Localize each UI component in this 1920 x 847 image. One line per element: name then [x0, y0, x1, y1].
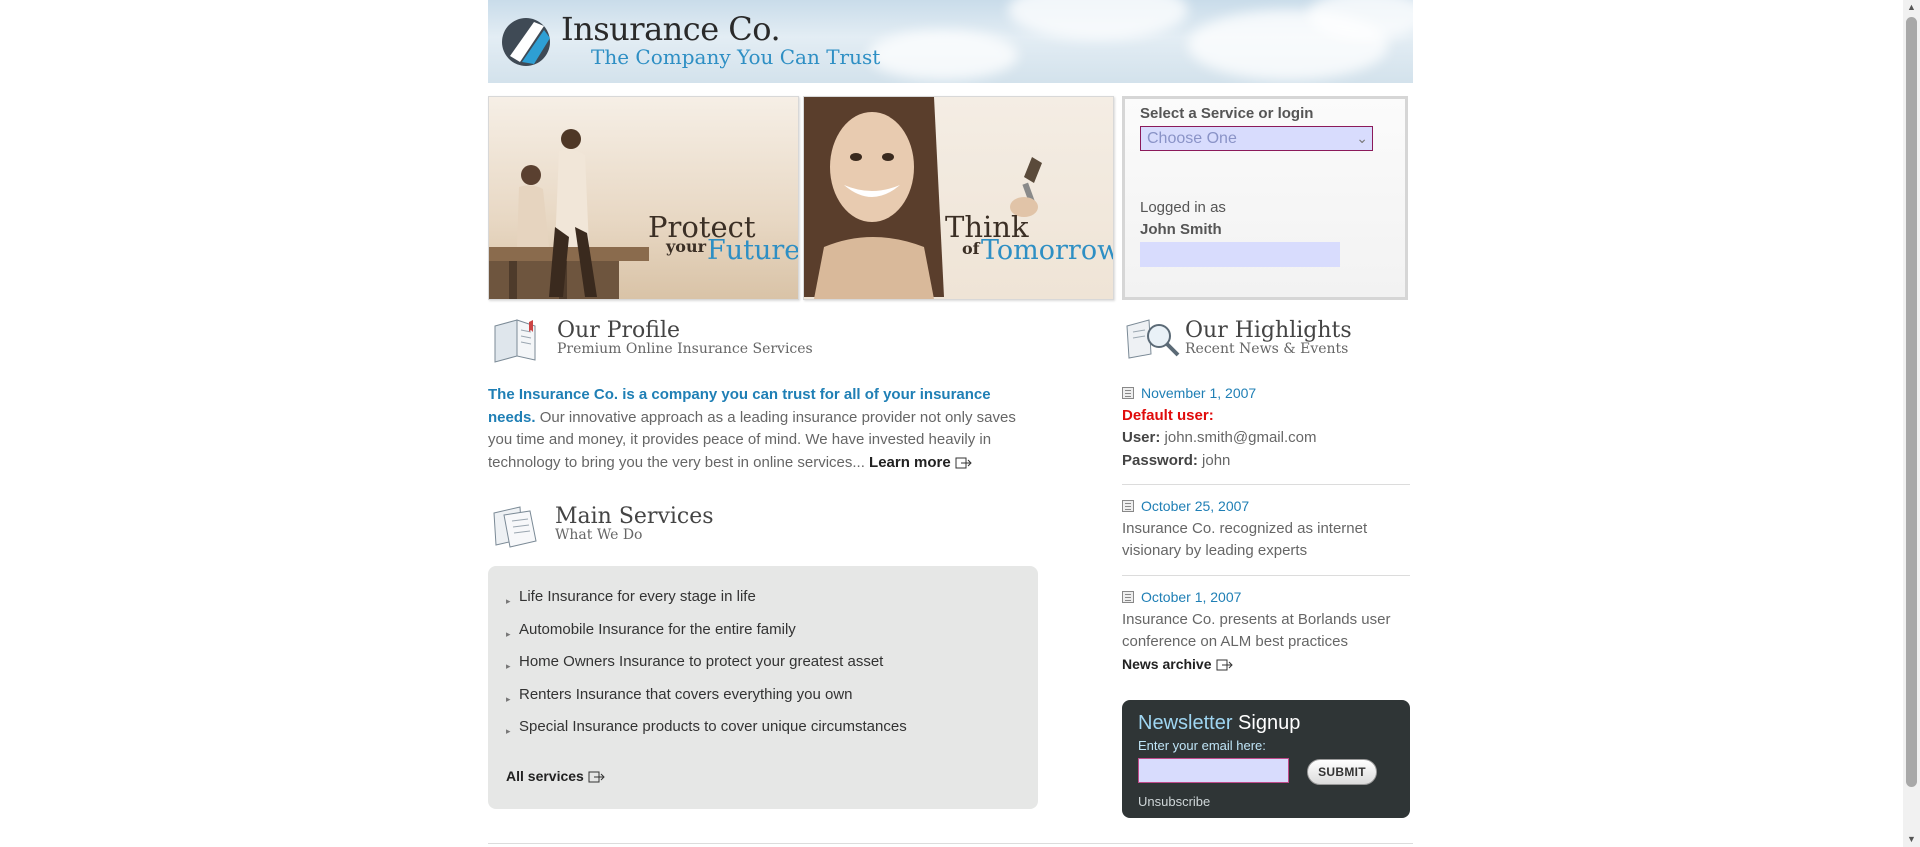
divider [1122, 575, 1410, 576]
banner-photo-woman [804, 97, 1042, 299]
scrollbar-thumb[interactable] [1906, 17, 1917, 787]
logged-in-label: Logged in as [1140, 199, 1226, 216]
newsletter-title-part2: Signup [1232, 712, 1301, 734]
arrow-right-icon [955, 457, 972, 468]
newsletter-title-part1: Newsletter [1138, 712, 1233, 734]
login-panel: Select a Service or login Choose One ⌄ L… [1122, 96, 1408, 300]
default-user-label: Default user: [1122, 406, 1214, 424]
submit-button[interactable]: SUBMIT [1307, 759, 1377, 785]
login-title: Select a Service or login [1140, 105, 1314, 122]
date-label: October 25, 2007 [1141, 498, 1250, 514]
service-label: Renters Insurance that covers everything… [519, 685, 853, 703]
highlights-subtitle: Recent News & Events [1185, 341, 1349, 357]
bullet-arrow-icon: ▸ [506, 596, 511, 606]
divider [1122, 484, 1410, 485]
arrow-right-icon [1216, 659, 1233, 671]
site-header: Insurance Co. The Company You Can Trust [488, 0, 1413, 83]
all-services-label: All services [506, 768, 584, 784]
logo-tagline: The Company You Can Trust [591, 45, 881, 69]
scroll-down-icon[interactable]: ▼ [1907, 835, 1916, 844]
bullet-arrow-icon: ▸ [506, 628, 511, 639]
highlight-item: October 25, 2007 Insurance Co. recognize… [1122, 495, 1410, 563]
learn-more-label: Learn more [869, 453, 951, 471]
arrow-right-icon [588, 771, 605, 783]
profile-text: The Insurance Co. is a company you can t… [488, 384, 1018, 474]
list-item[interactable]: ▸ Renters Insurance that covers everythin… [506, 686, 907, 719]
learn-more-link[interactable]: Learn more [869, 454, 973, 471]
news-archive-link[interactable]: News archive [1122, 656, 1234, 672]
calendar-icon [1122, 500, 1134, 512]
banner2-word-of: of [962, 239, 980, 258]
service-select-value: Choose One [1147, 130, 1237, 147]
logo-name[interactable]: Insurance Co. [561, 10, 781, 48]
unsubscribe-link[interactable]: Unsubscribe [1138, 794, 1210, 809]
services-subtitle: What We Do [555, 527, 643, 543]
highlights-title: Our Highlights [1185, 318, 1352, 343]
bullet-arrow-icon: ▸ [506, 693, 511, 704]
service-label: Special Insurance products to cover uniq… [519, 718, 907, 735]
services-title: Main Services [555, 504, 714, 529]
profile-title: Our Profile [557, 318, 681, 343]
newsletter-panel: Newsletter Signup Enter your email here:… [1122, 700, 1410, 818]
password-value: john [1197, 451, 1231, 469]
bullet-arrow-icon: ▸ [506, 661, 511, 671]
chevron-down-icon[interactable]: ⌄ [1356, 128, 1368, 149]
service-label: Home Owners Insurance to protect your gr… [519, 653, 884, 670]
service-select[interactable]: Choose One ⌄ [1140, 126, 1373, 151]
newsletter-label: Enter your email here: [1138, 738, 1266, 753]
newsletter-title: Newsletter Signup [1138, 712, 1300, 735]
magnifier-icon [1126, 319, 1180, 359]
scroll-up-icon[interactable]: ▲ [1907, 3, 1916, 12]
bullet-arrow-icon: ▸ [506, 726, 511, 736]
banner-photo-couple [489, 129, 649, 299]
highlight-date[interactable]: October 25, 2007 [1122, 495, 1410, 518]
list-item[interactable]: ▸ Home Owners Insurance to protect your g… [506, 653, 907, 686]
password-label: Password: [1122, 451, 1198, 469]
default-user-line: User: john.smith@gmail.com [1122, 427, 1410, 450]
highlight-date[interactable]: October 1, 2007 [1122, 586, 1410, 609]
highlight-item: October 1, 2007 Insurance Co. presents a… [1122, 586, 1410, 654]
documents-icon [493, 506, 537, 548]
default-password-line: Password: john [1122, 450, 1410, 473]
all-services-link[interactable]: All services [506, 768, 606, 784]
page-container: Insurance Co. The Company You Can Trust … [488, 0, 1413, 847]
logout-button[interactable] [1140, 242, 1340, 267]
newsletter-email-input[interactable] [1138, 758, 1289, 783]
highlight-item: November 1, 2007 Default user: User: joh… [1122, 382, 1410, 472]
book-icon [494, 319, 536, 363]
date-label: November 1, 2007 [1141, 385, 1257, 401]
banner1-word-your: your [666, 237, 707, 256]
user-label: User: [1122, 429, 1161, 446]
service-label: Automobile Insurance for the entire fami… [519, 620, 796, 638]
user-value: john.smith@gmail.com [1160, 429, 1317, 446]
highlight-text: Insurance Co. presents at Borlands user … [1122, 610, 1391, 651]
date-label: October 1, 2007 [1141, 589, 1242, 605]
banner-protect-future: Protect your Future [488, 96, 799, 300]
calendar-icon [1122, 387, 1134, 399]
banner2-word-tomorrow: Tomorrow [981, 235, 1114, 266]
vertical-scrollbar[interactable]: ▲ ▼ [1903, 0, 1920, 847]
logged-in-user: John Smith [1140, 221, 1222, 238]
news-archive-label: News archive [1122, 656, 1212, 672]
list-item[interactable]: ▸ Special Insurance products to cover uni… [506, 718, 907, 751]
calendar-icon [1122, 591, 1134, 603]
profile-subtitle: Premium Online Insurance Services [557, 341, 813, 357]
services-list: ▸ Life Insurance for every stage in life … [506, 588, 907, 751]
footer-divider [488, 843, 1413, 844]
banner-think-tomorrow: Think of Tomorrow [803, 96, 1114, 300]
logo-icon[interactable] [500, 16, 552, 68]
banner1-word-future: Future [707, 235, 799, 266]
list-item[interactable]: ▸ Life Insurance for every stage in life [506, 588, 907, 621]
service-label: Life Insurance for every stage in life [519, 588, 756, 605]
list-item[interactable]: ▸ Automobile Insurance for the entire fam… [506, 621, 907, 654]
highlight-date[interactable]: November 1, 2007 [1122, 382, 1410, 405]
services-box: ▸ Life Insurance for every stage in life … [488, 566, 1038, 809]
highlight-text: Insurance Co. recognized as internet vis… [1122, 519, 1368, 560]
